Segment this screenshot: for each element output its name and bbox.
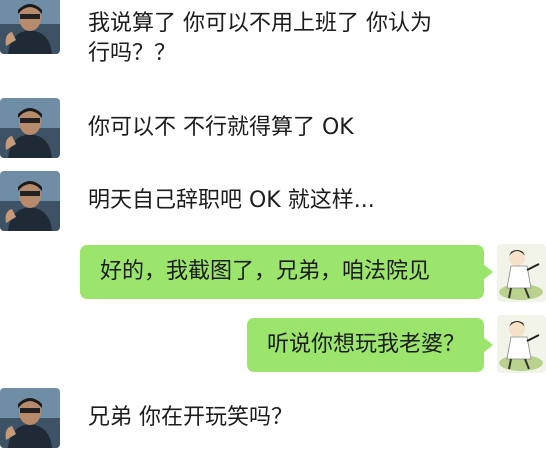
friend-avatar-icon[interactable] bbox=[0, 388, 60, 448]
message-text: 你可以不 不行就得算了 OK bbox=[88, 115, 354, 140]
cartoon-avatar-icon[interactable] bbox=[497, 315, 546, 373]
cartoon-avatar-icon[interactable] bbox=[497, 244, 546, 302]
friend-avatar-icon[interactable] bbox=[0, 98, 60, 158]
message-bubble[interactable]: 好的，我截图了，兄弟，咱法院见 bbox=[80, 245, 493, 299]
friend-avatar-icon[interactable] bbox=[0, 0, 60, 54]
message-text: 兄弟 你在开玩笑吗？ bbox=[88, 405, 293, 430]
chat-conversation: 我说算了 你可以不用上班了 你认为 行吗？？ 你可以不 不行就得算了 OK 明天… bbox=[0, 0, 546, 450]
friend-avatar-icon[interactable] bbox=[0, 171, 60, 231]
message-text: 我说算了 你可以不用上班了 你认为 行吗？？ bbox=[88, 11, 432, 66]
message-bubble[interactable]: 听说你想玩我老婆？ bbox=[247, 318, 493, 372]
message-text: 明天自己辞职吧 OK 就这样... bbox=[88, 188, 375, 213]
